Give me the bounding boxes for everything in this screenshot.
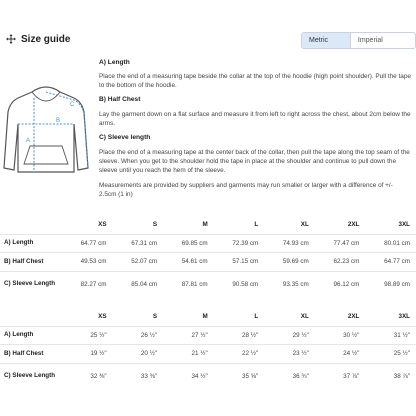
table-cell: 67.31 cm <box>131 239 158 247</box>
size-guide-header: Size guide Metric (cm) Imperial (inches) <box>0 0 416 52</box>
half-chest-text: Lay the garment down on a flat surface a… <box>99 111 411 127</box>
table-row: C) Sleeve Length 82.27 cm 85.04 cm 87.81… <box>0 271 416 297</box>
table-cell: 96.12 cm <box>333 280 360 288</box>
table-cell: 90.58 cm <box>232 280 259 288</box>
size-header-xs: XS <box>98 221 107 229</box>
row-label: C) Sleeve Length <box>4 372 56 380</box>
table-cell: 54.61 cm <box>181 258 208 265</box>
table-cell: 34 ½" <box>191 372 208 380</box>
table-cell: 26 ½" <box>140 331 158 339</box>
table-cell: 32 ⅜" <box>90 372 107 380</box>
table-cell: 38 ⅞" <box>393 372 410 380</box>
size-header-xs: XS <box>98 313 107 321</box>
size-header-s: S <box>152 221 158 229</box>
table-cell: 30 ½" <box>343 331 360 339</box>
row-label: A) Length <box>4 239 34 246</box>
measurement-note: Measurements are provided by suppliers a… <box>99 182 393 198</box>
table-cell: 35 ⅝" <box>242 372 259 380</box>
page-title: Size guide <box>21 34 71 45</box>
table-cell: 72.39 cm <box>232 239 259 247</box>
table-row: C) Sleeve Length 32 ⅜" 33 ⅜" 34 ½" 35 ⅝"… <box>0 363 416 389</box>
table-cell: 21 ½" <box>191 350 208 357</box>
table-row: B) Half Chest 49.53 cm 52.07 cm 54.61 cm… <box>0 252 416 271</box>
table-cell: 98.89 cm <box>384 280 410 288</box>
size-header-xl: XL <box>300 221 309 229</box>
table-cell: 27 ½" <box>191 331 208 339</box>
pocket-outline <box>23 145 69 165</box>
table-cell: 28 ½" <box>242 331 259 339</box>
size-header-xl: XL <box>300 313 309 321</box>
hoodie-measurement-diagram: A B C <box>3 86 89 173</box>
unit-toggle: Metric (cm) Imperial (inches) <box>301 32 416 49</box>
table-cell: 33 ⅜" <box>140 372 158 380</box>
length-text: Place the end of a measuring tape beside… <box>99 73 411 89</box>
row-label: A) Length <box>4 331 34 338</box>
table-cell: 22 ½" <box>242 350 259 357</box>
table-cell: 69.85 cm <box>181 239 208 247</box>
size-header-l: L <box>254 221 259 229</box>
table-cell: 74.93 cm <box>282 239 309 247</box>
row-label: B) Half Chest <box>4 349 44 357</box>
size-header-l: L <box>254 313 259 321</box>
table-row: B) Half Chest 19 ½" 20 ½" 21 ½" 22 ½" 23… <box>0 344 416 363</box>
table-cell: 36 ¾" <box>292 372 309 380</box>
table-cell: 85.04 cm <box>131 280 158 288</box>
sleeve-text: Place the end of a measuring tape at the… <box>99 149 410 174</box>
empty-header-cell <box>0 216 62 234</box>
table-cell: 19 ½" <box>90 350 107 357</box>
table-cell: 80.01 cm <box>384 239 410 247</box>
size-header-3xl: 3XL <box>398 221 410 229</box>
table-cell: 25 ½" <box>90 331 107 339</box>
table-cell: 20 ½" <box>140 350 158 357</box>
row-label: B) Half Chest <box>4 257 44 265</box>
row-label: C) Sleeve Length <box>4 280 56 288</box>
table-cell: 82.27 cm <box>80 280 107 288</box>
table-row: A) Length 25 ½" 26 ½" 27 ½" 28 ½" 29 ½" … <box>0 326 416 344</box>
size-header-s: S <box>152 313 158 321</box>
table-cell: 52.07 cm <box>131 258 158 265</box>
half-chest-heading: B) Half Chest <box>99 96 141 103</box>
table-cell: 77.47 cm <box>333 239 360 247</box>
measurement-instructions: A) Length Place the end of a measuring t… <box>99 58 411 199</box>
size-header-3xl: 3XL <box>398 313 410 321</box>
imperial-unit-button[interactable]: Imperial (inches) <box>351 33 415 48</box>
table-cell: 64.77 cm <box>80 239 107 247</box>
hoodie-outline <box>3 86 89 173</box>
table-cell: 64.77 cm <box>384 258 410 265</box>
size-header-2xl: 2XL <box>347 313 360 321</box>
move-icon[interactable] <box>6 34 16 44</box>
size-header-m: M <box>202 221 208 229</box>
metric-unit-button[interactable]: Metric (cm) <box>302 33 351 48</box>
hood-outline <box>31 91 61 102</box>
table-cell: 87.81 cm <box>181 280 208 288</box>
metric-size-table: XS S M L XL 2XL 3XL A) Length 64.77 cm 6… <box>0 216 416 297</box>
table-cell: 59.69 cm <box>282 258 309 265</box>
table-cell: 24 ½" <box>343 350 360 357</box>
length-heading: A) Length <box>99 59 130 66</box>
sleeve-measure-line <box>45 91 89 169</box>
sleeve-heading: C) Sleeve length <box>99 134 151 141</box>
table-row: A) Length 64.77 cm 67.31 cm 69.85 cm 72.… <box>0 234 416 252</box>
empty-header-cell <box>0 308 62 326</box>
imperial-size-table: XS S M L XL 2XL 3XL A) Length 25 ½" 26 ½… <box>0 308 416 389</box>
table-cell: 49.53 cm <box>80 258 107 265</box>
table-cell: 62.23 cm <box>333 258 360 265</box>
table-cell: 93.35 cm <box>282 280 309 288</box>
label-a: A <box>26 138 30 144</box>
table-cell: 31 ½" <box>393 331 410 339</box>
table-cell: 25 ½" <box>393 350 410 357</box>
table-cell: 57.15 cm <box>232 258 259 265</box>
table-cell: 37 ⅞" <box>343 372 360 380</box>
label-c: C <box>70 102 75 108</box>
table-cell: 23 ½" <box>292 350 309 357</box>
table-cell: 29 ½" <box>292 331 309 339</box>
label-b: B <box>56 118 60 124</box>
size-header-m: M <box>202 313 208 321</box>
size-header-2xl: 2XL <box>347 221 360 229</box>
